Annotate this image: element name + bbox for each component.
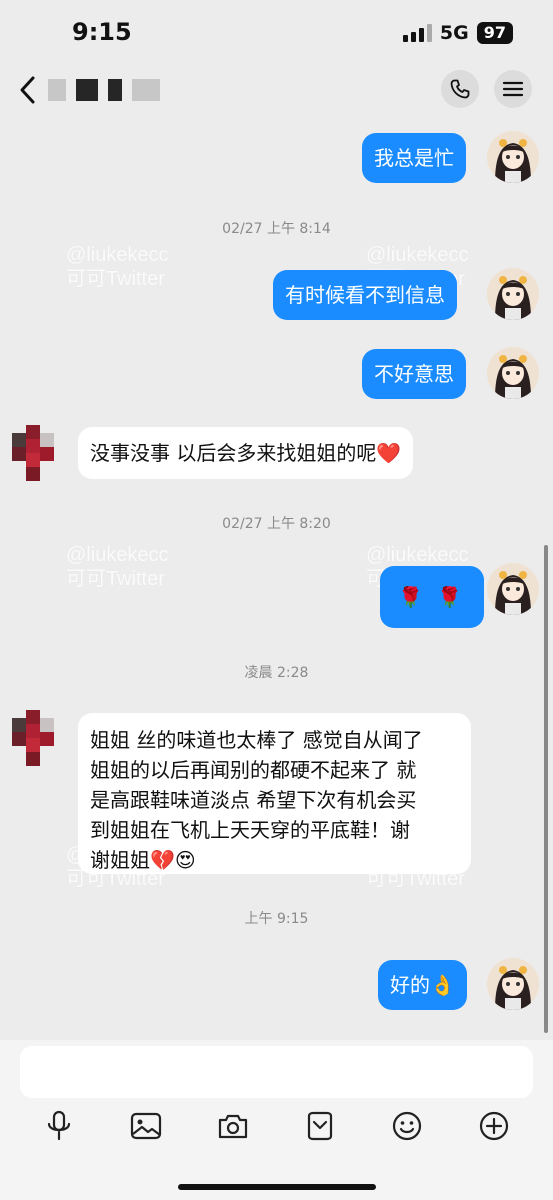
phone-icon <box>450 79 470 99</box>
message-bubble-outgoing[interactable]: 不好意思 <box>362 349 466 399</box>
message-bubble-outgoing[interactable]: 有时候看不到信息 <box>273 270 457 320</box>
signal-icon <box>402 24 432 42</box>
timestamp: 凌晨 2:28 <box>244 665 309 681</box>
message-bubble-outgoing[interactable]: 🌹 🌹 <box>380 566 485 628</box>
chevron-left-icon <box>20 76 35 104</box>
pixel-block <box>48 79 66 101</box>
back-button[interactable] <box>14 74 44 106</box>
menu-icon <box>502 81 524 97</box>
emoji-button[interactable] <box>389 1108 425 1144</box>
avatar-contact[interactable] <box>12 425 56 481</box>
timestamp: 02/27 上午 8:20 <box>222 516 331 532</box>
heart-emoji: ❤️ <box>376 441 402 465</box>
emoji-icon <box>392 1111 422 1141</box>
watermark: @liukekecc可可Twitter <box>66 244 169 290</box>
avatar-self[interactable] <box>487 268 539 320</box>
microphone-icon <box>47 1110 71 1141</box>
pixel-block <box>132 79 160 101</box>
avatar-pixelated <box>12 710 54 766</box>
photo-button[interactable] <box>128 1108 164 1144</box>
menu-button[interactable] <box>494 70 532 108</box>
camera-icon <box>218 1114 248 1139</box>
plus-icon <box>479 1111 509 1141</box>
message-bubble-incoming[interactable]: 没事没事 以后会多来找姐姐的呢❤️ <box>78 427 414 479</box>
status-time: 9:15 <box>72 18 132 46</box>
message-line: 到姐姐在飞机上天天穿的平底鞋！谢 <box>90 818 410 842</box>
status-indicators: 5G 97 <box>402 22 513 44</box>
avatar-illustration <box>487 268 539 320</box>
message-line: 姐姐的以后再闻别的都硬不起来了 就 <box>90 758 417 782</box>
voice-button[interactable] <box>41 1108 77 1144</box>
message-line: 是高跟鞋味道淡点 希望下次有机会买 <box>90 788 417 812</box>
camera-button[interactable] <box>215 1108 251 1144</box>
avatar-self[interactable] <box>487 347 539 399</box>
message-input[interactable] <box>20 1046 533 1098</box>
home-indicator[interactable] <box>178 1184 376 1190</box>
scrollbar-thumb[interactable] <box>544 545 548 1033</box>
timestamp: 02/27 上午 8:14 <box>222 221 331 237</box>
avatar-illustration <box>487 563 539 615</box>
avatar-self[interactable] <box>487 958 539 1010</box>
avatar-self[interactable] <box>487 131 539 183</box>
avatar-pixelated <box>12 425 54 481</box>
sticker-button[interactable] <box>302 1108 338 1144</box>
network-label: 5G <box>439 22 469 44</box>
message-bubble-outgoing[interactable]: 我总是忙 <box>362 133 466 183</box>
more-button[interactable] <box>476 1108 512 1144</box>
pixel-block <box>108 79 122 101</box>
sticker-icon <box>307 1111 333 1141</box>
avatar-illustration <box>487 958 539 1010</box>
message-bubble-outgoing[interactable]: 好的👌 <box>378 960 467 1010</box>
message-text: 没事没事 以后会多来找姐姐的呢 <box>90 441 377 465</box>
battery-icon: 97 <box>476 22 513 44</box>
avatar-contact[interactable] <box>12 710 56 766</box>
message-line: 谢姐姐💔😍 <box>90 848 196 872</box>
avatar-self[interactable] <box>487 563 539 615</box>
chat-header <box>0 62 553 118</box>
image-icon <box>130 1112 162 1140</box>
avatar-illustration <box>487 347 539 399</box>
pixel-block <box>76 79 98 101</box>
input-area <box>0 1040 553 1200</box>
message-line: 姐姐 丝的味道也太棒了 感觉自从闻了 <box>90 728 423 752</box>
message-bubble-incoming[interactable]: 姐姐 丝的味道也太棒了 感觉自从闻了 姐姐的以后再闻别的都硬不起来了 就 是高跟… <box>78 713 471 874</box>
watermark: @liukekecc可可Twitter <box>66 544 169 590</box>
avatar-illustration <box>487 131 539 183</box>
call-button[interactable] <box>441 70 479 108</box>
status-bar: 9:15 5G 97 <box>0 0 553 62</box>
contact-name-obscured[interactable] <box>48 74 160 106</box>
timestamp: 上午 9:15 <box>244 911 309 927</box>
